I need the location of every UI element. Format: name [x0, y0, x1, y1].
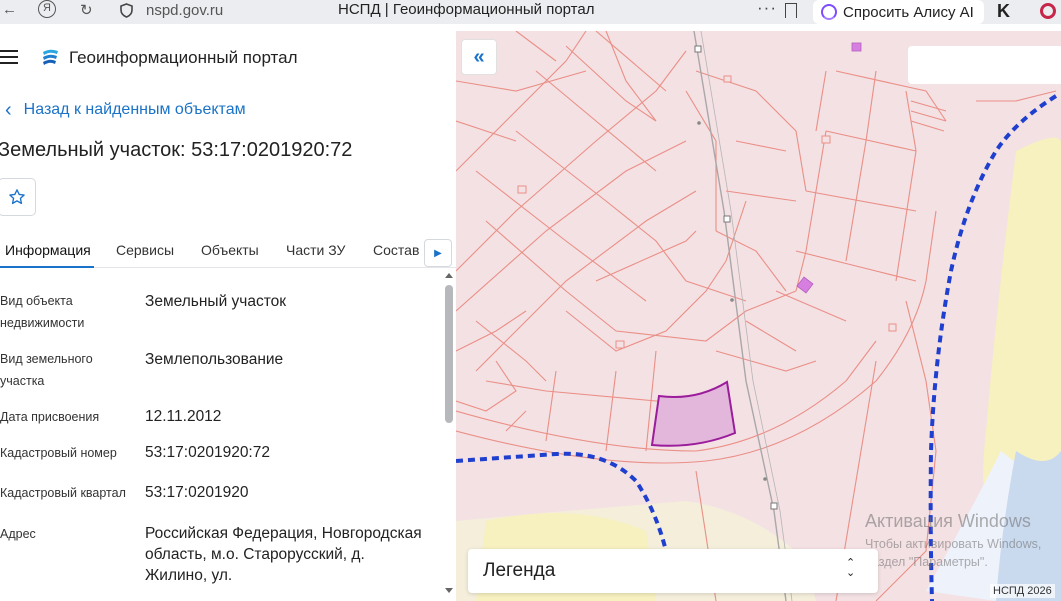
- ask-alice-button[interactable]: Спросить Алису AI: [813, 0, 984, 24]
- back-to-results-link[interactable]: ‹ Назад к найденным объектам: [5, 99, 246, 121]
- more-icon[interactable]: ···: [757, 0, 777, 18]
- alice-icon: [821, 4, 837, 20]
- page-tab-title: НСПД | Геоинформационный портал: [338, 1, 595, 18]
- small-structures: [517, 75, 897, 349]
- attribute-value: 53:17:0201920:72: [145, 444, 270, 461]
- address-bar-url[interactable]: nspd.gov.ru: [146, 2, 223, 19]
- reload-icon[interactable]: ↻: [80, 1, 93, 19]
- tab-objects[interactable]: Объекты: [201, 242, 259, 258]
- menu-icon[interactable]: [0, 50, 18, 64]
- site-info-icon[interactable]: [120, 3, 133, 18]
- bookmark-icon[interactable]: [785, 3, 797, 18]
- tab-parcel-parts[interactable]: Части ЗУ: [286, 242, 345, 258]
- extension-icon[interactable]: [1040, 3, 1056, 19]
- map-copyright: НСПД 2026: [990, 584, 1055, 598]
- star-icon: [9, 189, 25, 205]
- tab-composition[interactable]: Состав: [373, 242, 419, 258]
- building: [851, 42, 862, 52]
- chevron-left-icon: ‹: [5, 99, 12, 121]
- tabs-scroll-right-button[interactable]: ▶: [424, 239, 452, 267]
- watermark-title: Активация Windows: [865, 511, 1031, 531]
- chevron-updown-icon: ⌃ ⌄: [846, 557, 856, 579]
- active-tab-indicator: [0, 266, 94, 268]
- attribute-value: Российская Федерация, Новгородская облас…: [145, 525, 422, 584]
- attribute-value: Землепользование: [145, 351, 284, 368]
- portal-title: Геоинформационный портал: [69, 48, 298, 67]
- map-search-box[interactable]: [908, 46, 1061, 84]
- attribute-label: Кадастровый номер: [0, 446, 117, 460]
- watermark-line: Чтобы активировать Windows,: [865, 537, 1042, 551]
- page-title: Земельный участок: 53:17:0201920:72: [0, 139, 353, 161]
- windows-activation-watermark: Активация Windows Чтобы активировать Win…: [865, 511, 1041, 571]
- scroll-up-arrow-icon[interactable]: [445, 273, 453, 278]
- extension-k-icon[interactable]: K: [997, 1, 1010, 22]
- back-to-results-label: Назад к найденным объектам: [23, 101, 246, 118]
- tab-services[interactable]: Сервисы: [116, 242, 174, 258]
- watermark-line: раздел "Параметры".: [865, 555, 988, 569]
- attribute-value: 53:17:0201920: [145, 484, 249, 501]
- ask-alice-label: Спросить Алису AI: [843, 3, 974, 21]
- yandex-icon[interactable]: Я: [38, 0, 56, 18]
- tab-bar: Информация Сервисы Объекты Части ЗУ Сост…: [0, 234, 456, 268]
- attribute-label: Вид земельного участка: [0, 352, 93, 388]
- selected-parcel[interactable]: [650, 380, 737, 447]
- panel-scrollbar[interactable]: [444, 271, 454, 597]
- caret-right-icon: ▶: [434, 247, 442, 259]
- double-chevron-left-icon: «: [473, 45, 485, 68]
- scroll-down-arrow-icon[interactable]: [445, 588, 453, 593]
- attribute-value: Земельный участок: [145, 293, 287, 310]
- browser-toolbar: ← Я ↻ nspd.gov.ru НСПД | Геоинформационн…: [0, 0, 1061, 24]
- legend-dropdown[interactable]: Легенда ⌃ ⌄: [468, 549, 878, 593]
- attribute-label: Дата присвоения: [0, 410, 100, 424]
- attribute-label: Кадастровый квартал: [0, 486, 126, 500]
- legend-label: Легенда: [483, 560, 556, 581]
- favorite-button[interactable]: [0, 178, 36, 216]
- cadastral-map[interactable]: « Активация Windows Чтобы активировать W…: [456, 31, 1061, 601]
- attribute-value: 12.11.2012: [145, 408, 222, 425]
- tab-information[interactable]: Информация: [5, 242, 91, 258]
- back-arrow-icon[interactable]: ←: [2, 1, 17, 18]
- portal-logo-icon: [43, 49, 58, 65]
- scrollbar-thumb[interactable]: [445, 285, 453, 423]
- object-info-panel: Геоинформационный портал ‹ Назад к найде…: [0, 31, 456, 601]
- attribute-label: Адрес: [0, 527, 36, 541]
- collapse-panel-button[interactable]: «: [461, 39, 497, 75]
- attribute-label: Вид объекта недвижимости: [0, 294, 85, 330]
